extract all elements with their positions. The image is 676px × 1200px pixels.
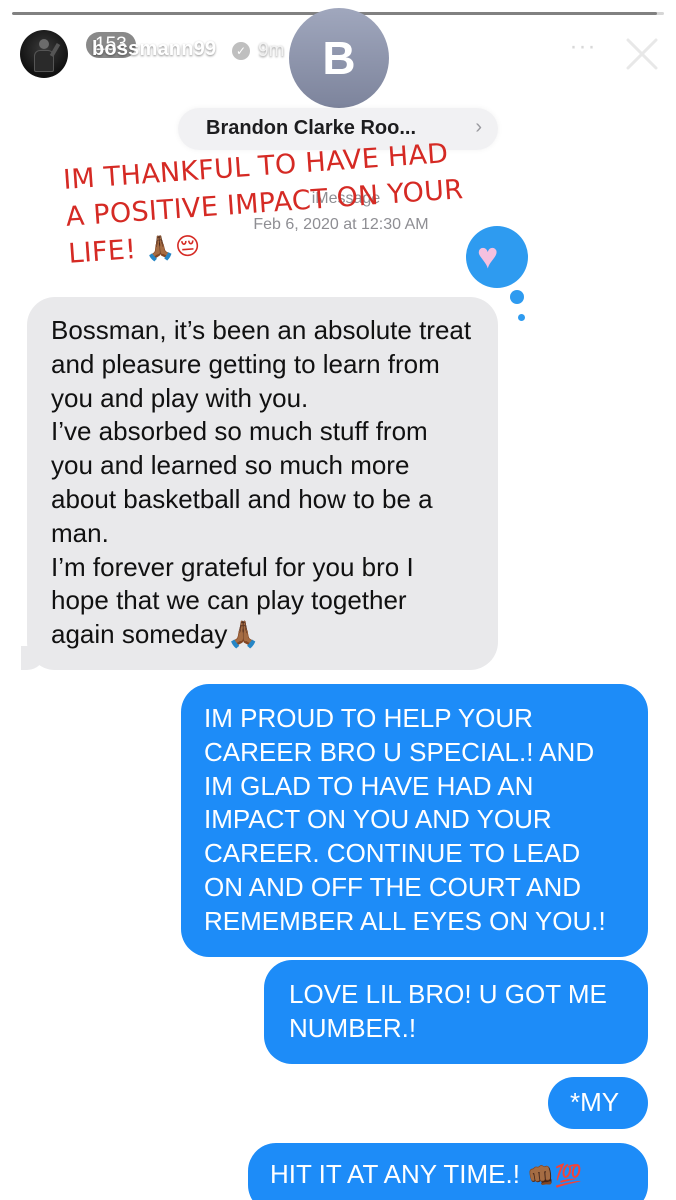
chevron-right-icon: › bbox=[475, 116, 482, 138]
received-message-bubble: Bossman, it’s been an absolute treat and… bbox=[21, 297, 498, 670]
contact-initial: B bbox=[322, 32, 356, 84]
heart-tapback: ♥ bbox=[466, 226, 528, 288]
sent-message-bubble: *MY bbox=[548, 1077, 648, 1129]
close-icon bbox=[626, 38, 658, 70]
tapback-tail-dot-small bbox=[518, 314, 525, 321]
verified-icon: ✓ bbox=[232, 42, 250, 60]
caption-emoji: 🙏🏾😔 bbox=[144, 231, 202, 264]
story-viewer: B Brandon Clarke Roo... › iMessage Feb 6… bbox=[0, 0, 676, 1200]
sent-message-bubble: IM PROUD TO HELP YOUR CAREER BRO U SPECI… bbox=[181, 684, 648, 957]
close-button[interactable] bbox=[622, 34, 662, 74]
heart-icon: ♥ bbox=[477, 235, 499, 276]
message-text: IM PROUD TO HELP YOUR CAREER BRO U SPECI… bbox=[204, 703, 606, 936]
more-options-button[interactable]: ··· bbox=[565, 35, 601, 66]
story-username[interactable]: bossmann99 bbox=[92, 38, 216, 61]
sent-message-bubble: HIT IT AT ANY TIME.! 👊🏾💯 bbox=[248, 1143, 648, 1200]
avatar-figure-arm bbox=[49, 42, 61, 58]
story-time-ago: 9m bbox=[258, 40, 285, 61]
message-text: HIT IT AT ANY TIME.! bbox=[270, 1159, 520, 1189]
message-emoji: 👊🏾💯 bbox=[527, 1163, 583, 1188]
story-caption: IM THANKFUL TO HAVE HAD A POSITIVE IMPAC… bbox=[62, 133, 479, 273]
message-text: Bossman, it’s been an absolute treat and… bbox=[51, 315, 472, 650]
avatar-figure-head bbox=[39, 39, 49, 49]
tapback-tail-dot bbox=[510, 290, 524, 304]
message-text: LOVE LIL BRO! U GOT ME NUMBER.! bbox=[289, 979, 607, 1043]
contact-avatar: B bbox=[289, 8, 389, 108]
caption-text: IM THANKFUL TO HAVE HAD A POSITIVE IMPAC… bbox=[62, 138, 465, 270]
sent-message-bubble: LOVE LIL BRO! U GOT ME NUMBER.! bbox=[264, 960, 648, 1064]
message-text: *MY bbox=[570, 1087, 620, 1117]
profile-avatar[interactable] bbox=[20, 30, 68, 78]
contact-name: Brandon Clarke Roo... bbox=[206, 117, 417, 139]
